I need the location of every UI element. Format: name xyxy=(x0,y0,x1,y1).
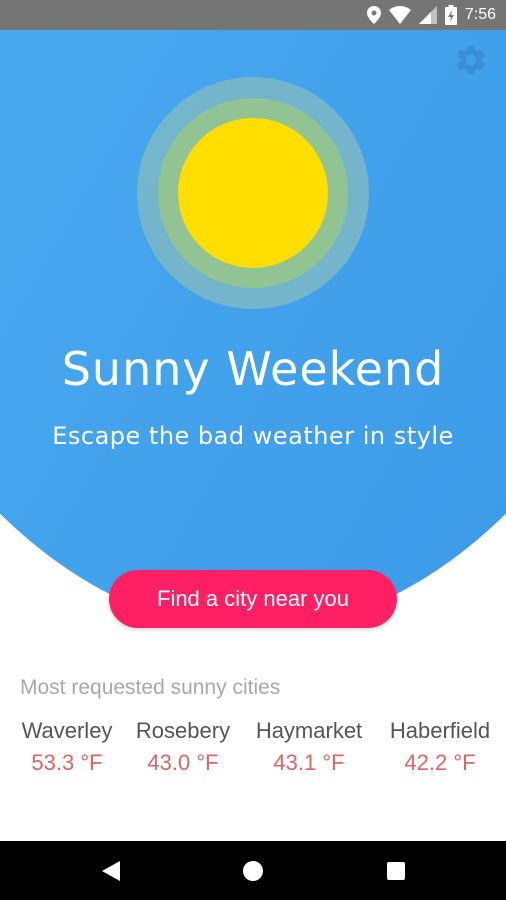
back-icon[interactable] xyxy=(100,860,122,882)
city-name: Haymarket xyxy=(255,718,363,743)
city-item-waverley[interactable]: Waverley 53.3 °F xyxy=(20,718,114,776)
battery-charging-icon xyxy=(444,5,457,25)
city-name: Haberfield xyxy=(389,718,491,743)
city-item-haberfield[interactable]: Haberfield 42.2 °F xyxy=(386,718,494,776)
city-name: Rosebery xyxy=(135,718,231,743)
section-heading: Most requested sunny cities xyxy=(20,676,281,699)
location-icon xyxy=(366,6,381,24)
sun-illustration xyxy=(137,77,369,309)
city-item-rosebery[interactable]: Rosebery 43.0 °F xyxy=(134,718,232,776)
city-temperature: 43.1 °F xyxy=(273,750,345,775)
sun-core xyxy=(178,118,328,268)
city-list: Waverley 53.3 °F Rosebery 43.0 °F Haymar… xyxy=(0,718,506,788)
status-time: 7:56 xyxy=(464,6,496,23)
recents-icon[interactable] xyxy=(385,860,407,882)
navigation-bar xyxy=(0,841,506,900)
app-title: Sunny Weekend xyxy=(61,342,445,396)
find-city-button[interactable]: Find a city near you xyxy=(109,570,397,628)
city-temperature: 42.2 °F xyxy=(404,750,476,775)
city-temperature: 53.3 °F xyxy=(31,750,103,775)
signal-icon xyxy=(418,6,437,24)
status-bar: 7:56 xyxy=(0,0,506,30)
city-temperature: 43.0 °F xyxy=(147,750,219,775)
app-subtitle: Escape the bad weather in style xyxy=(52,422,454,450)
city-item-haymarket[interactable]: Haymarket 43.1 °F xyxy=(252,718,366,776)
city-name: Waverley xyxy=(21,718,113,743)
wifi-icon xyxy=(388,6,411,24)
hero-banner: Sunny Weekend Escape the bad weather in … xyxy=(0,30,506,605)
gear-icon[interactable] xyxy=(453,42,489,78)
home-icon[interactable] xyxy=(242,860,264,882)
